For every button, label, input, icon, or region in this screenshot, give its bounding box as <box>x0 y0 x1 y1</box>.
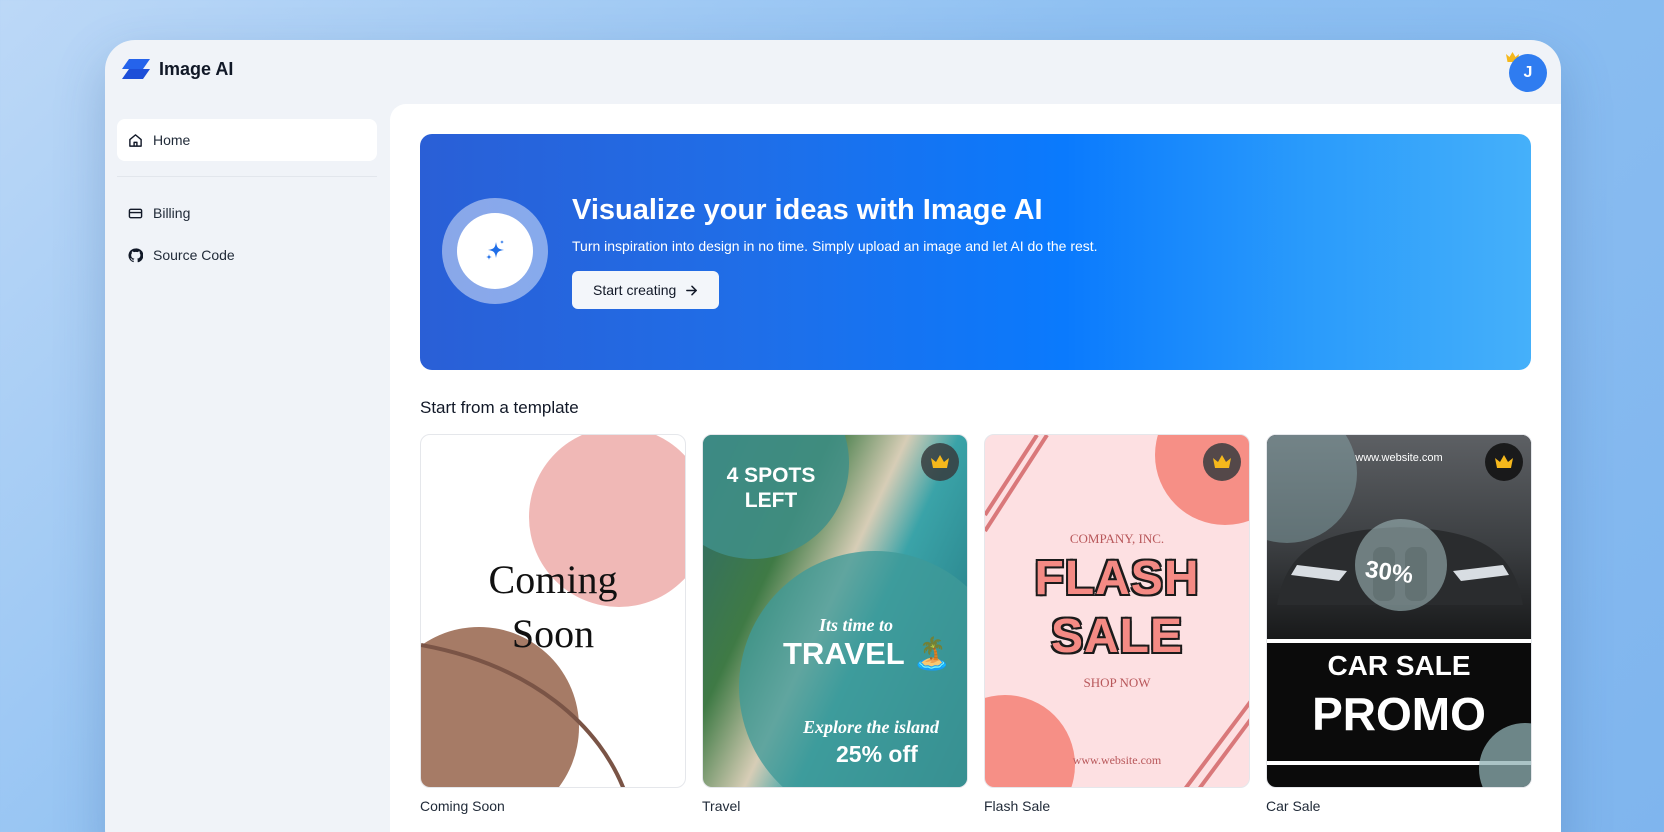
template-text: SALE <box>1050 610 1183 663</box>
sidebar-divider <box>117 176 377 177</box>
start-creating-button[interactable]: Start creating <box>572 271 720 309</box>
template-text: Soon <box>511 611 595 656</box>
sidebar-item-billing[interactable]: Billing <box>117 192 377 234</box>
arrow-right-icon <box>686 285 698 295</box>
sparkles-icon <box>486 240 504 260</box>
hero-icon-circle <box>457 213 533 289</box>
sidebar: Home Billing Source Code <box>117 119 377 276</box>
premium-badge <box>921 443 959 481</box>
crown-icon <box>931 455 949 468</box>
template-text: Its time to <box>819 615 894 635</box>
hero-subtitle: Turn inspiration into design in no time.… <box>572 238 1098 254</box>
travel-spots-text: 4 SPOTS LEFT <box>723 463 819 513</box>
template-text: 4 SPOTS <box>726 464 816 487</box>
template-text: SHOP NOW <box>1083 675 1151 690</box>
template-card-travel[interactable]: 4 SPOTS LEFT Its time to TRAVEL 🏝️ Explo… <box>702 434 968 788</box>
start-creating-label: Start creating <box>593 282 677 298</box>
premium-badge <box>1203 443 1241 481</box>
sidebar-item-home[interactable]: Home <box>117 119 377 161</box>
template-card-flash-sale[interactable]: COMPANY, INC. FLASH SALE SHOP NOW www.we… <box>984 434 1250 788</box>
template-text: www.website.com <box>1072 753 1162 767</box>
template-text: COMPANY, INC. <box>1069 531 1165 546</box>
template-label[interactable]: Coming Soon <box>420 798 505 814</box>
sidebar-item-label: Billing <box>153 205 191 221</box>
credit-card-icon <box>128 208 143 218</box>
template-card-coming-soon[interactable]: Coming Soon <box>420 434 686 788</box>
hero-icon-ring <box>442 198 548 304</box>
template-text: Coming <box>488 557 618 602</box>
template-text: Explore the island <box>803 717 940 737</box>
github-icon <box>128 247 143 262</box>
template-text: PROMO <box>1312 688 1486 740</box>
top-bar: Image AI J <box>105 40 1561 104</box>
sidebar-item-source-code[interactable]: Source Code <box>117 234 377 276</box>
user-avatar[interactable]: J <box>1509 54 1547 92</box>
hero-title: Visualize your ideas with Image AI <box>572 194 1043 226</box>
template-label[interactable]: Car Sale <box>1266 798 1320 814</box>
template-text: LEFT <box>744 489 798 512</box>
hero-banner: Visualize your ideas with Image AI Turn … <box>420 134 1531 370</box>
sidebar-item-label: Source Code <box>153 247 235 263</box>
premium-badge <box>1485 443 1523 481</box>
template-card-car-sale[interactable]: www.website.com 30% CAR SALE PROMO <box>1266 434 1532 788</box>
template-text: CAR SALE <box>1327 650 1471 681</box>
app-logo[interactable]: Image AI <box>121 58 233 80</box>
crown-icon <box>1495 455 1513 468</box>
template-label[interactable]: Travel <box>702 798 740 814</box>
home-icon <box>129 133 142 147</box>
app-window: Image AI J Home Billing Source Code Visu… <box>105 40 1561 832</box>
divider-line <box>1267 761 1531 765</box>
coming-soon-headline: Coming Soon <box>421 553 685 661</box>
templates-section-title: Start from a template <box>420 398 579 417</box>
template-text: 25% off <box>836 741 918 767</box>
template-label[interactable]: Flash Sale <box>984 798 1050 814</box>
app-name: Image AI <box>159 58 234 79</box>
divider-line <box>1267 639 1531 643</box>
main-content: Visualize your ideas with Image AI Turn … <box>390 104 1561 832</box>
sidebar-item-label: Home <box>153 132 191 148</box>
template-text: FLASH <box>1034 552 1200 605</box>
logo-icon <box>122 59 150 79</box>
template-text: TRAVEL 🏝️ <box>783 636 952 671</box>
crown-icon <box>1213 455 1231 468</box>
